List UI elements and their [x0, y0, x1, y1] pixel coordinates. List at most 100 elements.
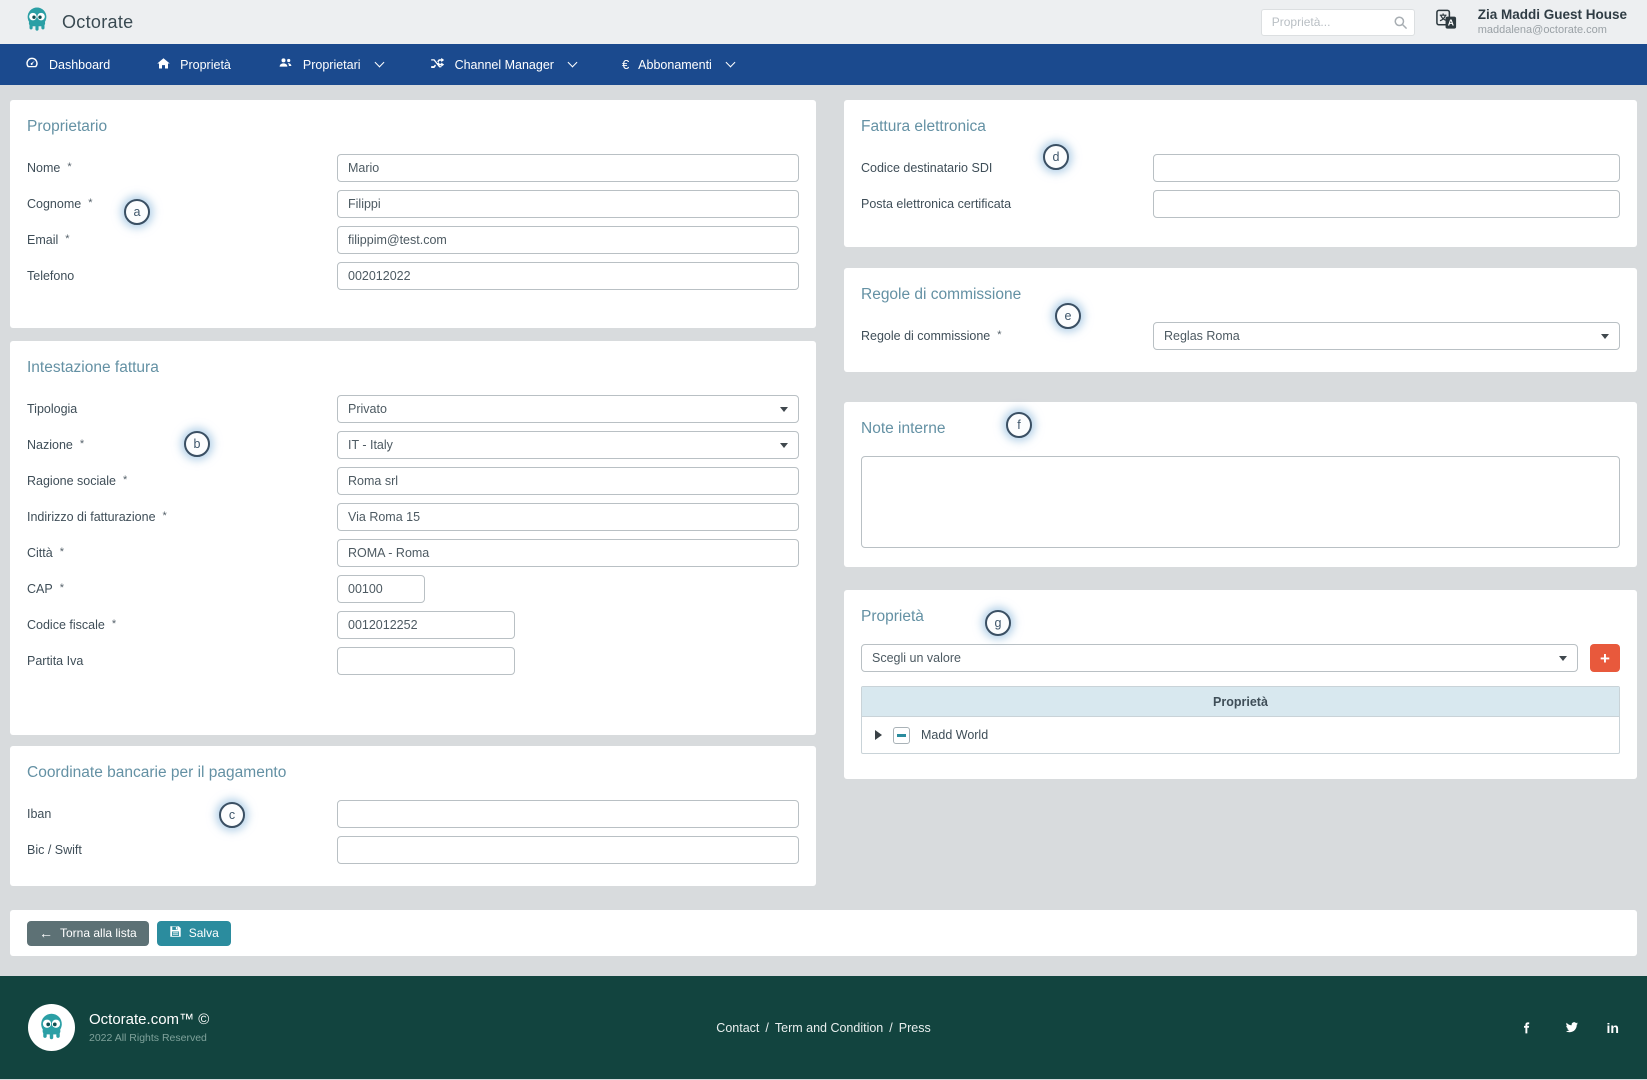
section-title: Proprietà — [861, 608, 1620, 626]
annotation-badge-a: a — [124, 199, 150, 225]
field-label-ragione-sociale: Ragione sociale* — [27, 474, 337, 488]
field-label-indirizzo: Indirizzo di fatturazione* — [27, 510, 337, 524]
nav-item-abbonamenti[interactable]: € Abbonamenti — [622, 57, 734, 72]
chevron-down-icon — [780, 407, 788, 412]
chevron-down-icon — [780, 443, 788, 448]
language-translate-icon[interactable]: A — [1435, 8, 1458, 36]
annotation-badge-e: e — [1055, 303, 1081, 329]
contact-link[interactable]: Contact — [716, 1021, 759, 1035]
indirizzo-fatturazione-input[interactable] — [337, 503, 799, 531]
brand-name: Octorate — [62, 12, 133, 33]
footer-links: Contact / Term and Condition / Press — [716, 1021, 930, 1035]
press-link[interactable]: Press — [899, 1021, 931, 1035]
field-label-partita-iva: Partita Iva — [27, 654, 337, 668]
section-title: Regole di commissione — [861, 286, 1620, 304]
annotation-badge-c: c — [219, 802, 245, 828]
chevron-down-icon — [567, 58, 577, 68]
back-to-list-button[interactable]: ← Torna alla lista — [27, 921, 149, 946]
codice-destinatario-sdi-input[interactable] — [1153, 154, 1620, 182]
main-nav: Dashboard Proprietà Proprietari Channel … — [0, 44, 1647, 85]
actions-bar: ← Torna alla lista Salva — [10, 910, 1637, 956]
chevron-down-icon — [374, 58, 384, 68]
codice-fiscale-input[interactable] — [337, 611, 515, 639]
search-icon[interactable] — [1393, 15, 1408, 35]
nav-item-dashboard[interactable]: Dashboard — [24, 55, 110, 74]
nav-item-proprieta[interactable]: Proprietà — [156, 56, 231, 74]
nav-item-proprietari[interactable]: Proprietari — [277, 55, 383, 74]
field-label-nome: Nome* — [27, 161, 337, 175]
user-email: maddalena@octorate.com — [1478, 24, 1627, 38]
field-label-pec: Posta elettronica certificata — [861, 197, 1153, 211]
nav-item-channel-manager[interactable]: Channel Manager — [429, 55, 576, 74]
posta-certificata-input[interactable] — [1153, 190, 1620, 218]
telefono-input[interactable] — [337, 262, 799, 290]
main-content: a Proprietario Nome* Cognome* Email* Tel… — [0, 85, 1647, 886]
save-floppy-icon — [169, 925, 182, 941]
facebook-icon[interactable] — [1520, 1020, 1536, 1036]
section-proprietario: a Proprietario Nome* Cognome* Email* Tel… — [10, 100, 816, 328]
regole-commissione-select[interactable]: Reglas Roma — [1153, 322, 1620, 350]
section-title: Coordinate bancarie per il pagamento — [27, 764, 799, 782]
bic-swift-input[interactable] — [337, 836, 799, 864]
home-icon — [156, 56, 171, 74]
search-input[interactable] — [1261, 9, 1415, 36]
section-proprieta: g Proprietà Scegli un valore + Proprietà… — [844, 590, 1637, 779]
nav-label-dashboard: Dashboard — [49, 58, 110, 72]
note-interne-textarea[interactable] — [861, 456, 1620, 548]
svg-text:A: A — [1447, 18, 1453, 28]
properties-table-header: Proprietà — [862, 687, 1619, 717]
property-name: Madd World — [921, 728, 988, 742]
user-name: Zia Maddi Guest House — [1478, 7, 1627, 24]
chevron-down-icon — [725, 58, 735, 68]
field-label-iban: Iban — [27, 807, 337, 821]
euro-icon: € — [622, 57, 629, 72]
save-button[interactable]: Salva — [157, 921, 231, 946]
field-label-tipologia: Tipologia — [27, 402, 337, 416]
annotation-badge-b: b — [184, 431, 210, 457]
brand[interactable]: Octorate — [22, 5, 133, 40]
separator: / — [765, 1021, 768, 1035]
arrow-left-icon: ← — [39, 926, 53, 940]
footer-brand: Octorate.com™ © — [89, 1011, 209, 1028]
nome-input[interactable] — [337, 154, 799, 182]
nazione-select[interactable]: IT - Italy — [337, 431, 799, 459]
expand-caret-icon[interactable] — [875, 730, 882, 740]
section-regole-commissione: e Regole di commissione Regole di commis… — [844, 268, 1637, 372]
cognome-input[interactable] — [337, 190, 799, 218]
top-header: Octorate A Zia Maddi Guest House maddale… — [0, 0, 1647, 44]
field-label-telefono: Telefono — [27, 269, 337, 283]
tipologia-select[interactable]: Privato — [337, 395, 799, 423]
section-title: Fattura elettronica — [861, 118, 1620, 136]
shuffle-icon — [429, 55, 446, 74]
partita-iva-input[interactable] — [337, 647, 515, 675]
property-row[interactable]: Madd World — [862, 717, 1619, 753]
dashboard-gauge-icon — [24, 55, 40, 74]
footer-rights: 2022 All Rights Reserved — [89, 1032, 209, 1044]
annotation-badge-f: f — [1006, 412, 1032, 438]
section-title: Intestazione fattura — [27, 359, 799, 377]
linkedin-icon[interactable]: in — [1607, 1020, 1619, 1036]
field-label-regole-commissione: Regole di commissione* — [861, 329, 1153, 343]
property-search — [1261, 9, 1415, 36]
section-title: Note interne — [861, 420, 1620, 438]
field-label-codice-sdi: Codice destinatario SDI — [861, 161, 1153, 175]
section-title: Proprietario — [27, 118, 799, 136]
properties-table: Proprietà Madd World — [861, 686, 1620, 754]
annotation-badge-d: d — [1043, 144, 1069, 170]
add-property-button[interactable]: + — [1590, 644, 1620, 672]
terms-link[interactable]: Term and Condition — [775, 1021, 883, 1035]
email-input[interactable] — [337, 226, 799, 254]
ragione-sociale-input[interactable] — [337, 467, 799, 495]
field-label-cap: CAP* — [27, 582, 337, 596]
separator: / — [889, 1021, 892, 1035]
proprieta-select[interactable]: Scegli un valore — [861, 644, 1578, 672]
field-label-nazione: Nazione* — [27, 438, 337, 452]
citta-input[interactable] — [337, 539, 799, 567]
footer-octorate-logo-icon — [28, 1004, 75, 1051]
cap-input[interactable] — [337, 575, 425, 603]
nav-label-channel-manager: Channel Manager — [455, 58, 554, 72]
twitter-icon[interactable] — [1563, 1019, 1580, 1036]
indeterminate-checkbox[interactable] — [893, 727, 910, 744]
user-account[interactable]: Zia Maddi Guest House maddalena@octorate… — [1478, 7, 1627, 38]
iban-input[interactable] — [337, 800, 799, 828]
